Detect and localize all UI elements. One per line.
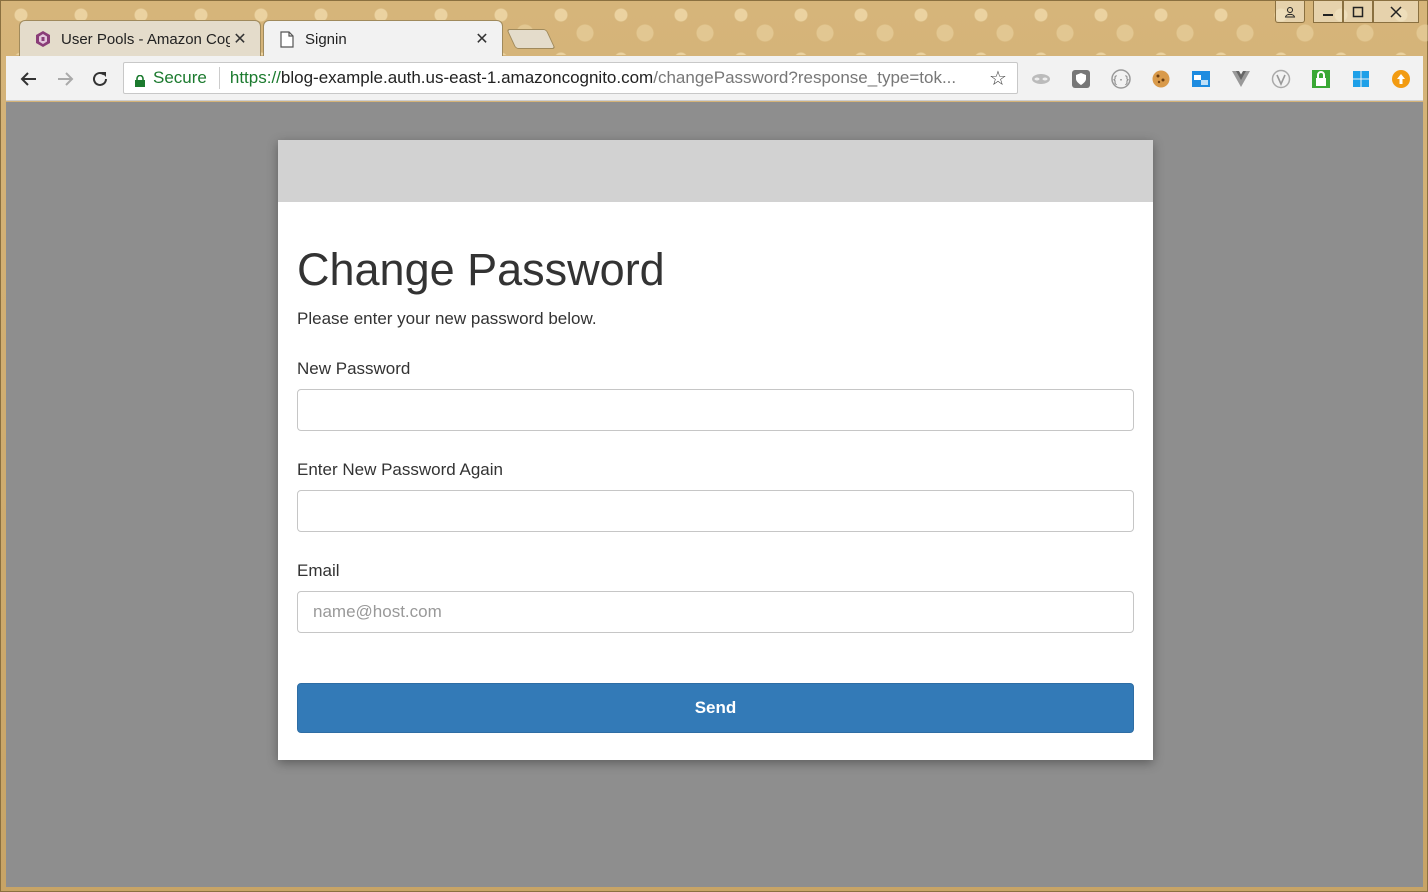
cognito-icon (34, 30, 52, 48)
extension-bar: {·} (1030, 68, 1428, 90)
secure-label: Secure (153, 68, 207, 87)
v-circle-icon[interactable] (1270, 68, 1292, 90)
email-label: Email (297, 561, 340, 580)
url-scheme: https:// (229, 68, 281, 87)
browser-toolbar: Secure https:// blog-example.auth.us-eas… (6, 56, 1423, 101)
tab-signin[interactable]: Signin ✕ (263, 20, 503, 57)
url-host: blog-example.auth.us-east-1.amazoncognit… (280, 68, 654, 87)
vue-icon[interactable] (1230, 68, 1252, 90)
browser-window: User Pools - Amazon Cognito ✕ Signin ✕ (0, 0, 1428, 892)
mask-icon[interactable] (1030, 68, 1052, 90)
send-button[interactable]: Send (297, 683, 1134, 733)
close-window-icon[interactable] (1373, 1, 1419, 23)
upload-icon[interactable] (1390, 68, 1412, 90)
new-password-label: New Password (297, 359, 411, 378)
maximize-icon[interactable] (1343, 1, 1373, 23)
profile-icon[interactable] (1275, 1, 1305, 23)
minimize-icon[interactable] (1313, 1, 1343, 23)
back-arrow-icon[interactable] (15, 65, 43, 93)
bookmark-star-icon[interactable]: ☆ (983, 66, 1013, 91)
confirm-password-label: Enter New Password Again (297, 460, 503, 479)
shield-icon[interactable] (1070, 68, 1092, 90)
confirm-password-input[interactable] (297, 490, 1134, 532)
tab-title: User Pools - Amazon Cognito (61, 30, 230, 48)
lock-icon (135, 72, 145, 87)
lock-icon[interactable] (1310, 68, 1332, 90)
email-input[interactable] (297, 591, 1134, 633)
close-tab-icon[interactable]: ✕ (472, 29, 492, 49)
window-controls (1275, 1, 1419, 23)
url-text[interactable]: https:// blog-example.auth.us-east-1.ama… (230, 68, 983, 88)
change-password-card: Change Password Please enter your new pa… (278, 140, 1153, 760)
tab-user-pools[interactable]: User Pools - Amazon Cognito ✕ (19, 20, 261, 57)
svg-text:{·}: {·} (1112, 75, 1130, 86)
card-body: Change Password Please enter your new pa… (278, 246, 1153, 733)
windows-icon[interactable] (1350, 68, 1372, 90)
address-bar[interactable]: Secure https:// blog-example.auth.us-eas… (123, 62, 1018, 94)
tab-strip: User Pools - Amazon Cognito ✕ Signin ✕ (1, 1, 1428, 57)
page-subtitle: Please enter your new password below. (297, 309, 597, 328)
window-icon[interactable] (1190, 68, 1212, 90)
braces-icon[interactable]: {·} (1110, 68, 1132, 90)
new-tab-button[interactable] (506, 29, 556, 49)
url-path: /changePassword?response_type=tok... (653, 68, 957, 87)
tab-title: Signin (305, 30, 347, 48)
page-title: Change Password (297, 244, 665, 295)
page-icon (278, 30, 296, 48)
close-tab-icon[interactable]: ✕ (230, 29, 250, 49)
page-viewport: Change Password Please enter your new pa… (6, 102, 1423, 887)
forward-arrow-icon[interactable] (51, 65, 79, 93)
cookie-icon[interactable] (1150, 68, 1172, 90)
new-password-input[interactable] (297, 389, 1134, 431)
card-banner (278, 140, 1153, 202)
address-divider (218, 67, 220, 89)
reload-icon[interactable] (86, 65, 114, 93)
